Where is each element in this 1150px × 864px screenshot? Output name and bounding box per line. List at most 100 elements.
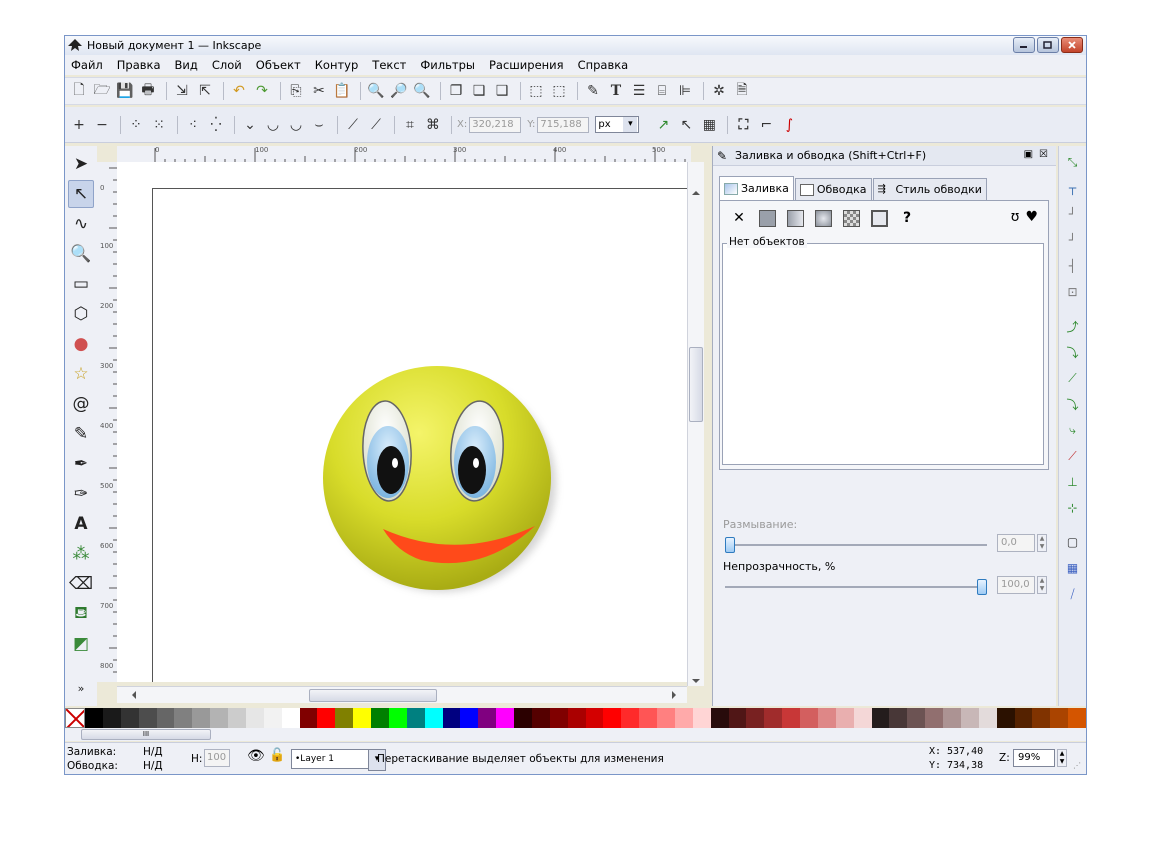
color-swatch[interactable] bbox=[996, 708, 1015, 728]
color-swatch[interactable] bbox=[299, 708, 318, 728]
blur-input[interactable]: 0,0 bbox=[997, 534, 1035, 552]
clone-icon[interactable]: ❏ bbox=[469, 81, 489, 101]
color-swatch[interactable] bbox=[925, 708, 943, 728]
snap-paths-icon[interactable]: ⤵ bbox=[1063, 340, 1083, 364]
layer-selector[interactable]: •Layer 1 bbox=[291, 749, 386, 771]
opacity-spin-arrows[interactable]: ▲ ▼ bbox=[1037, 576, 1047, 594]
color-swatch[interactable] bbox=[192, 708, 211, 728]
zoom-tool-icon[interactable]: 🔍 bbox=[68, 240, 94, 268]
zoom-drawing-icon[interactable]: 🔎 bbox=[389, 81, 409, 101]
palette-scrollbar[interactable]: III bbox=[65, 728, 1086, 741]
zoom-spin-arrows[interactable]: ▲ ▼ bbox=[1057, 749, 1067, 767]
snap-smooth-nodes-icon[interactable]: ⤷ bbox=[1063, 418, 1083, 442]
delete-segment-icon[interactable]: ⁛ bbox=[206, 115, 226, 135]
color-swatch[interactable] bbox=[1032, 708, 1051, 728]
dialog-collapse-icon[interactable]: ▣ bbox=[1024, 149, 1033, 160]
color-swatch[interactable] bbox=[549, 708, 568, 728]
cusp-node-icon[interactable]: ⌄ bbox=[240, 115, 260, 135]
blur-slider-knob[interactable] bbox=[725, 537, 735, 553]
transform-handles-icon[interactable]: ⛶ bbox=[733, 115, 753, 135]
snap-line-midpoints-icon[interactable]: ⟋ bbox=[1063, 444, 1083, 468]
color-swatch[interactable] bbox=[889, 708, 908, 728]
show-handles-icon[interactable]: ↖ bbox=[676, 115, 696, 135]
color-swatch[interactable] bbox=[585, 708, 604, 728]
tweak-tool-icon[interactable]: ∿ bbox=[68, 210, 94, 238]
duplicate-icon[interactable]: ❐ bbox=[446, 81, 466, 101]
fill-rule-nonzero-icon[interactable]: ♥ bbox=[1025, 209, 1038, 225]
smooth-node-icon[interactable]: ◡ bbox=[263, 115, 283, 135]
color-swatch[interactable] bbox=[388, 708, 407, 728]
color-swatch[interactable] bbox=[514, 708, 532, 728]
object-to-path-icon[interactable]: ⌗ bbox=[400, 115, 420, 135]
pattern-icon[interactable] bbox=[840, 207, 862, 229]
stroke-status-value[interactable]: Н/Д bbox=[143, 760, 163, 772]
join-nodes-icon[interactable]: ⁘ bbox=[126, 115, 146, 135]
menu-view[interactable]: Вид bbox=[175, 58, 198, 72]
color-swatch[interactable] bbox=[710, 708, 729, 728]
pencil-tool-icon[interactable]: ✎ bbox=[68, 420, 94, 448]
swatch-icon[interactable] bbox=[868, 207, 890, 229]
menu-path[interactable]: Контур bbox=[315, 58, 359, 72]
smiley-drawing[interactable] bbox=[117, 162, 687, 682]
color-swatch[interactable] bbox=[978, 708, 997, 728]
auto-smooth-node-icon[interactable]: ⌣ bbox=[309, 115, 329, 135]
color-swatch[interactable] bbox=[228, 708, 246, 728]
color-swatch[interactable] bbox=[442, 708, 461, 728]
blur-slider[interactable] bbox=[725, 537, 987, 553]
zoom-page-icon[interactable]: 🔍 bbox=[412, 81, 432, 101]
star-tool-icon[interactable]: ☆ bbox=[68, 360, 94, 388]
color-swatch[interactable] bbox=[782, 708, 800, 728]
color-swatch[interactable] bbox=[156, 708, 175, 728]
color-swatch[interactable] bbox=[478, 708, 497, 728]
show-outline-icon[interactable]: ∫ bbox=[779, 115, 799, 135]
maximize-button[interactable] bbox=[1037, 37, 1059, 53]
menu-layer[interactable]: Слой bbox=[212, 58, 242, 72]
3d-box-tool-icon[interactable]: ⬡ bbox=[68, 300, 94, 328]
tab-stroke-style[interactable]: ⇶ Стиль обводки bbox=[872, 178, 987, 200]
zoom-input[interactable]: 99% bbox=[1013, 749, 1055, 767]
color-swatch[interactable] bbox=[335, 708, 354, 728]
snap-bbox-center-icon[interactable]: ⊡ bbox=[1063, 280, 1083, 304]
color-swatch[interactable] bbox=[496, 708, 514, 728]
vertical-scrollbar[interactable] bbox=[687, 162, 704, 686]
show-bezier-handles-icon[interactable]: ⌐ bbox=[756, 115, 776, 135]
group-icon[interactable]: ⬚ bbox=[526, 81, 546, 101]
menu-object[interactable]: Объект bbox=[256, 58, 301, 72]
color-swatch[interactable] bbox=[460, 708, 479, 728]
fill-rule-evenodd-icon[interactable]: ʊ bbox=[1011, 209, 1020, 225]
flat-color-icon[interactable] bbox=[756, 207, 778, 229]
resize-grip-icon[interactable]: ⋰ bbox=[1073, 761, 1081, 770]
menu-text[interactable]: Текст bbox=[372, 58, 406, 72]
color-swatch[interactable] bbox=[692, 708, 711, 728]
fill-status-value[interactable]: Н/Д bbox=[143, 746, 163, 758]
tab-stroke-paint[interactable]: Обводка bbox=[794, 178, 872, 200]
color-swatch[interactable] bbox=[245, 708, 264, 728]
paste-icon[interactable]: 📋 bbox=[332, 81, 352, 101]
paint-bucket-tool-icon[interactable]: ⛾ bbox=[68, 600, 94, 628]
menu-file[interactable]: Файл bbox=[71, 58, 103, 72]
close-button[interactable] bbox=[1061, 37, 1083, 53]
color-swatch[interactable] bbox=[317, 708, 336, 728]
snap-guides-icon[interactable]: ⧸ bbox=[1063, 582, 1083, 606]
cut-icon[interactable]: ✂ bbox=[309, 81, 329, 101]
zoom-selection-icon[interactable]: 🔍 bbox=[366, 81, 386, 101]
pen-tool-icon[interactable]: ✒ bbox=[68, 450, 94, 478]
color-swatch[interactable] bbox=[210, 708, 228, 728]
path-effect-icon[interactable]: ↗ bbox=[653, 115, 673, 135]
minimize-button[interactable] bbox=[1013, 37, 1035, 53]
calligraphy-tool-icon[interactable]: ✑ bbox=[68, 480, 94, 508]
node-tool-icon[interactable]: ↖ bbox=[68, 180, 94, 208]
no-paint-icon[interactable]: ✕ bbox=[728, 207, 750, 229]
gradient-tool-icon[interactable]: ◩ bbox=[68, 630, 94, 658]
color-swatch[interactable] bbox=[960, 708, 979, 728]
symmetric-node-icon[interactable]: ◡ bbox=[286, 115, 306, 135]
color-swatch[interactable] bbox=[674, 708, 693, 728]
drawing-canvas[interactable] bbox=[117, 162, 687, 682]
snap-object-midpoints-icon[interactable]: ⊥ bbox=[1063, 470, 1083, 494]
join-segment-icon[interactable]: ⁖ bbox=[183, 115, 203, 135]
delete-node-icon[interactable]: − bbox=[92, 115, 112, 135]
snap-rotation-center-icon[interactable]: ⊹ bbox=[1063, 496, 1083, 520]
layers-icon[interactable]: ☰ bbox=[629, 81, 649, 101]
rectangle-tool-icon[interactable]: ▭ bbox=[68, 270, 94, 298]
make-curve-icon[interactable]: ⟋ bbox=[366, 115, 386, 135]
